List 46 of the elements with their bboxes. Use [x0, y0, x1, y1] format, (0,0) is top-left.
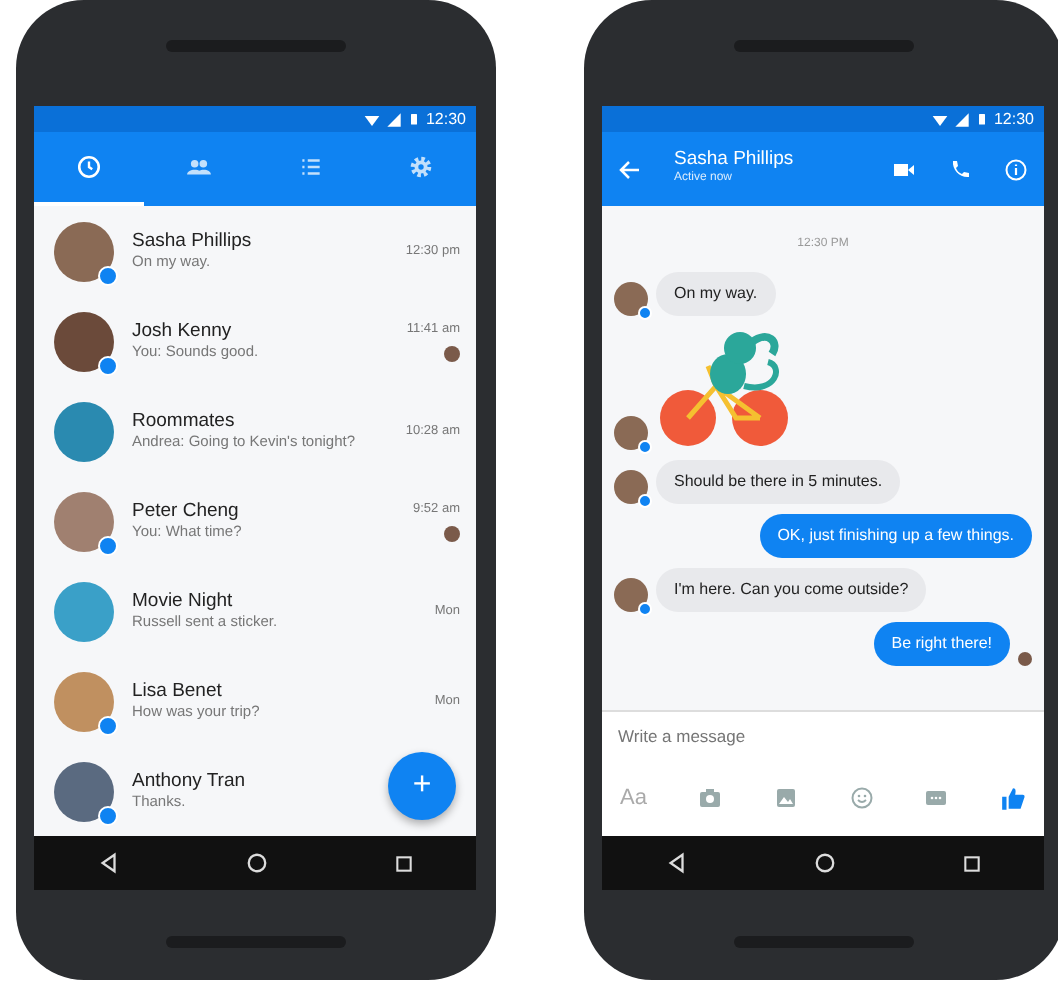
contact-name: Movie Night — [132, 589, 233, 613]
messenger-badge — [638, 440, 652, 454]
message-bubble: I'm here. Can you come outside? — [656, 568, 927, 612]
info-icon[interactable] — [1004, 157, 1028, 181]
phone-icon[interactable] — [948, 157, 972, 181]
thumbs-up-icon[interactable] — [999, 785, 1026, 811]
emoji-icon[interactable] — [849, 786, 874, 810]
recents-icon[interactable] — [393, 853, 413, 873]
signal-icon — [385, 111, 402, 127]
message-bubble: OK, just finishing up a few things. — [759, 514, 1032, 558]
status-time: 12:30 — [425, 107, 466, 131]
message-bubble: Should be there in 5 minutes. — [656, 460, 901, 504]
messenger-badge — [638, 602, 652, 616]
settings-icon — [407, 153, 434, 180]
contact-name: Sasha Phillips — [132, 229, 252, 253]
status-time: 12:30 — [993, 107, 1034, 131]
messenger-badge — [638, 494, 652, 508]
back-icon[interactable] — [97, 852, 119, 874]
back-icon[interactable] — [665, 852, 687, 874]
wifi-icon — [363, 111, 380, 127]
contact-name: Anthony Tran — [132, 769, 246, 793]
home-icon[interactable] — [813, 852, 835, 874]
clock-icon — [76, 153, 103, 180]
contact-name: Peter Cheng — [132, 499, 239, 523]
chat-title: Sasha Phillips — [674, 149, 796, 171]
more-icon[interactable] — [924, 786, 949, 810]
battery-icon — [975, 110, 988, 128]
message-bubble: On my way. — [656, 272, 776, 316]
avatar — [54, 581, 114, 641]
image-icon[interactable] — [773, 786, 798, 810]
contact-name: Lisa Benet — [132, 679, 222, 703]
battery-icon — [407, 110, 420, 128]
back-arrow-icon[interactable] — [618, 157, 642, 181]
camera-icon[interactable] — [698, 786, 723, 810]
message-bubble: Be right there! — [873, 622, 1010, 666]
contact-name: Roommates — [132, 409, 235, 433]
list-icon — [297, 153, 324, 180]
home-icon[interactable] — [245, 852, 267, 874]
contact-name: Josh Kenny — [132, 319, 232, 343]
recents-icon[interactable] — [961, 853, 981, 873]
messenger-badge — [638, 306, 652, 320]
avatar — [54, 401, 114, 461]
signal-icon — [953, 111, 970, 127]
wifi-icon — [931, 111, 948, 127]
message-input[interactable]: Write a message — [602, 710, 1044, 760]
compose-button[interactable]: + — [388, 752, 456, 820]
